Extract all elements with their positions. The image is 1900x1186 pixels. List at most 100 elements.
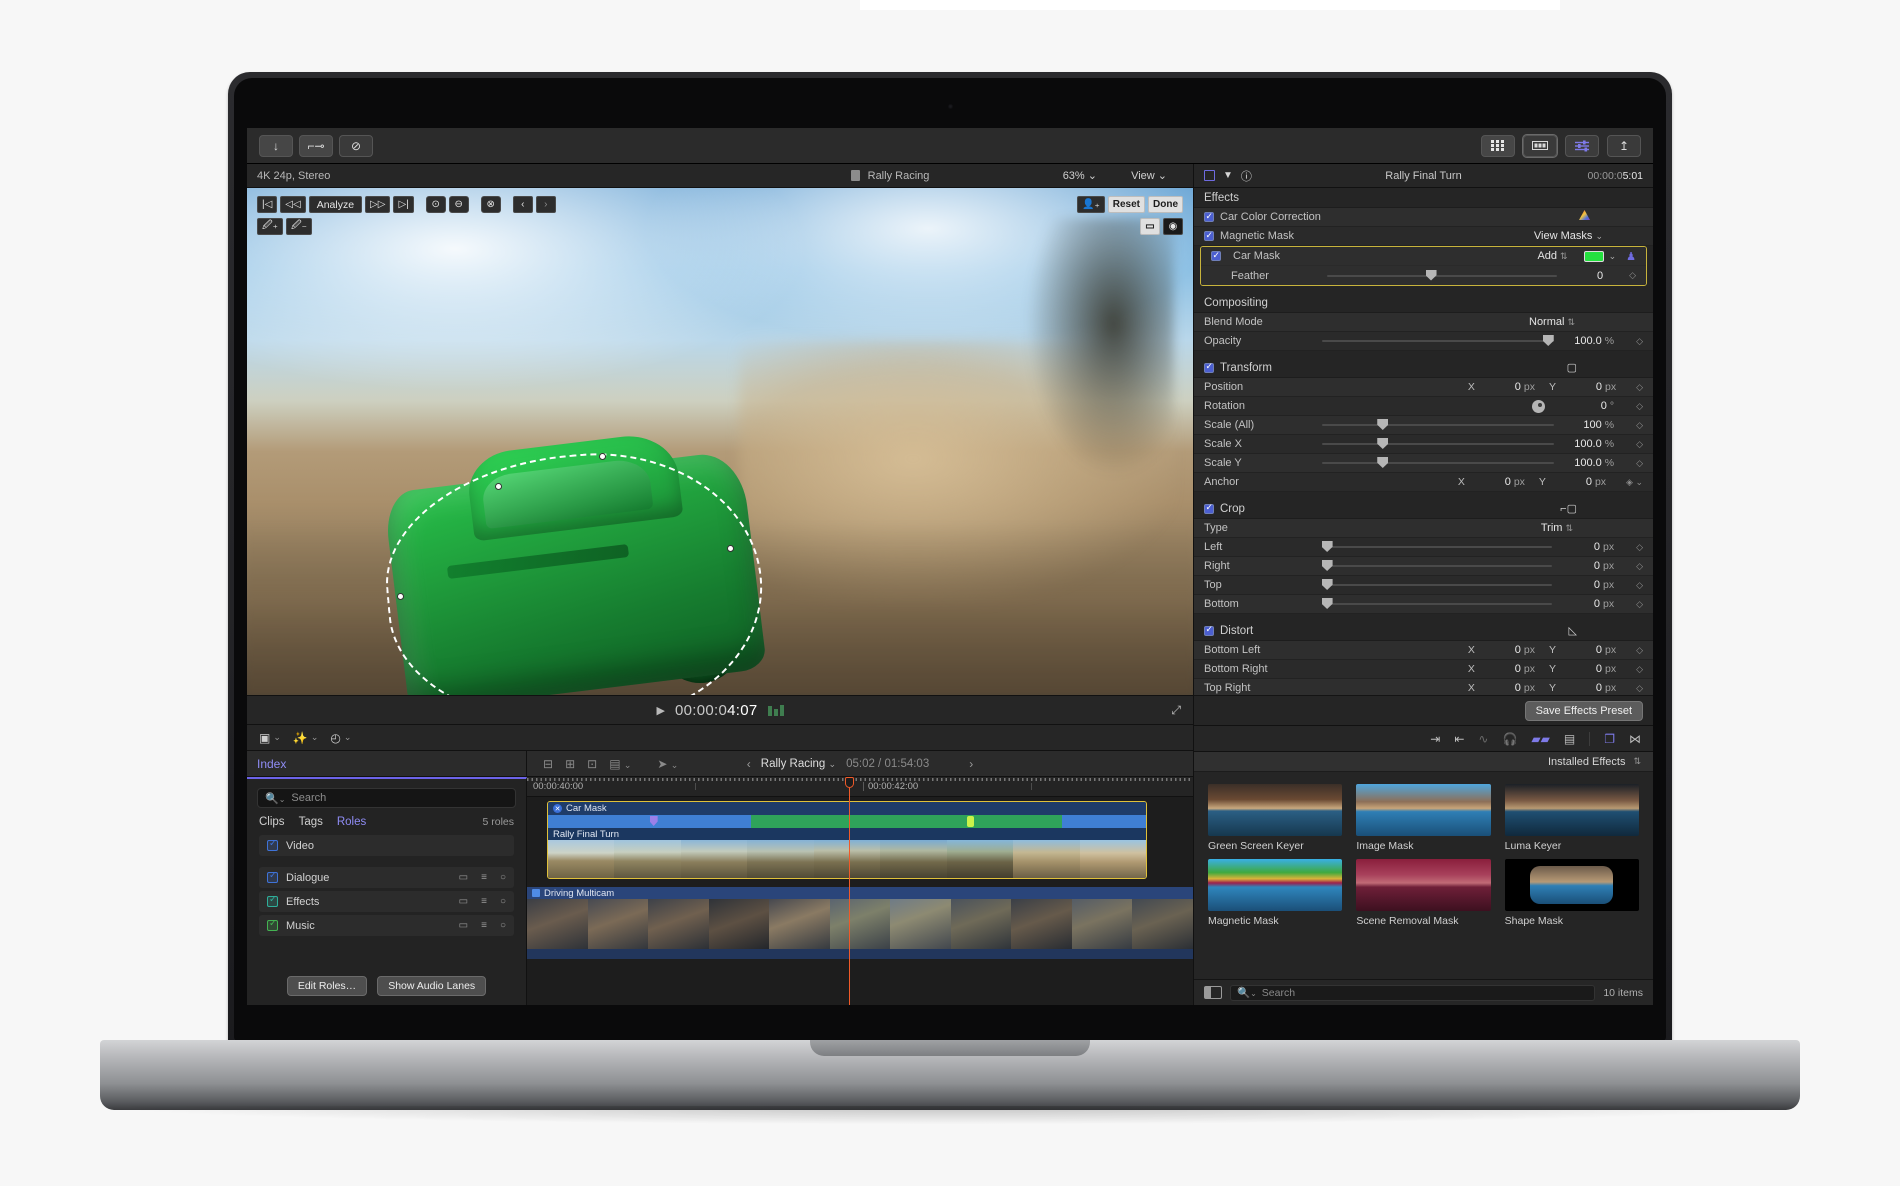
effect-tile[interactable]: Green Screen Keyer bbox=[1208, 784, 1343, 853]
expand-icon[interactable]: ⤢ bbox=[1171, 703, 1181, 718]
row-anchor[interactable]: Anchor X 0 px Y 0 px ◈ ⌄ bbox=[1194, 473, 1653, 492]
row-bottom-left[interactable]: Bottom Left X 0 px Y 0 px ◇ bbox=[1194, 641, 1653, 660]
color-wheel-icon[interactable] bbox=[1578, 209, 1591, 225]
mask-outline-icon[interactable]: ▭ bbox=[1140, 218, 1160, 235]
viewer-timecode[interactable]: 00:00:04:07 bbox=[675, 702, 758, 719]
brush-subtract-icon[interactable]: 🖉₋ bbox=[285, 218, 312, 235]
keyframe-diamond-icon[interactable]: ◇ bbox=[1636, 382, 1643, 393]
param-y-value[interactable]: 0 bbox=[1568, 476, 1592, 488]
row-bottom-right[interactable]: Bottom Right X 0 px Y 0 px ◇ bbox=[1194, 660, 1653, 679]
sidebar-toggle-icon[interactable] bbox=[1204, 986, 1222, 999]
param-slider-knob[interactable] bbox=[1321, 560, 1333, 571]
crop-section-header[interactable]: Crop ⌐▢ bbox=[1194, 499, 1653, 519]
analyze-button[interactable]: ⊘ bbox=[339, 134, 373, 157]
mask-handle[interactable] bbox=[397, 593, 404, 600]
row-scale-x[interactable]: Scale X 100.0% ◇ bbox=[1194, 435, 1653, 454]
keyframe-diamond-icon[interactable]: ◇ bbox=[1636, 420, 1643, 431]
param-y-value[interactable]: 0 bbox=[1578, 381, 1602, 393]
mask-handle[interactable] bbox=[599, 453, 606, 460]
row-opacity[interactable]: Opacity 100.0 % ◇ bbox=[1194, 332, 1653, 351]
color-inspector-icon[interactable]: ▼ bbox=[1223, 170, 1233, 181]
param-slider[interactable] bbox=[1322, 419, 1554, 430]
keyframe-diamond-icon[interactable]: ◇ bbox=[1636, 401, 1643, 412]
next-keyframe-button[interactable]: › bbox=[535, 196, 556, 213]
param-value[interactable]: 0 bbox=[1562, 598, 1600, 610]
role-row[interactable]: Effects ▭ ≡ ○ bbox=[259, 891, 514, 912]
param-x-value[interactable]: 0 bbox=[1497, 663, 1521, 675]
keyframe-diamond-icon[interactable]: ◇ bbox=[1636, 664, 1643, 675]
chevron-updown-icon[interactable]: ⇅ bbox=[1633, 756, 1641, 767]
analyze-backward-button[interactable]: ◁◁ bbox=[280, 196, 306, 213]
subject-icon[interactable]: ♟ bbox=[1626, 250, 1636, 263]
info-inspector-icon[interactable]: ⓘ bbox=[1241, 168, 1252, 184]
param-value[interactable]: 0 bbox=[1573, 400, 1607, 412]
audio-lane-icon[interactable]: ≡ bbox=[481, 920, 487, 931]
previous-keyframe-button[interactable]: ‹ bbox=[512, 196, 533, 213]
timeline[interactable]: 00:00:40:00 00:00:42:00 00:00:44:00 ✕ Ca… bbox=[527, 777, 1193, 1005]
param-slider[interactable] bbox=[1321, 598, 1552, 609]
transform-tool-icon[interactable]: ▣ ⌄ bbox=[259, 731, 281, 745]
keyframe-diamond-icon[interactable]: ◇ bbox=[1636, 645, 1643, 656]
effect-tile[interactable]: Luma Keyer bbox=[1504, 784, 1639, 853]
minimize-role-icon[interactable]: ▭ bbox=[459, 872, 468, 883]
minimize-role-icon[interactable]: ▭ bbox=[459, 896, 468, 907]
effect-enable-checkbox[interactable] bbox=[1204, 211, 1214, 222]
param-x-value[interactable]: 0 bbox=[1487, 476, 1511, 488]
param-y-value[interactable]: 0 bbox=[1578, 682, 1602, 694]
audio-waveform-icon[interactable]: ∿ bbox=[1478, 732, 1488, 746]
inspector-toggle-button[interactable] bbox=[1565, 134, 1599, 157]
row-bottom[interactable]: Bottom 0 px ◇ bbox=[1194, 595, 1653, 614]
param-x-value[interactable]: 0 bbox=[1497, 644, 1521, 656]
index-tab-tags[interactable]: Tags bbox=[299, 816, 323, 828]
import-media-button[interactable]: ↓ bbox=[259, 134, 293, 157]
row-crop-type[interactable]: Type Trim ⇅ bbox=[1194, 519, 1653, 538]
done-button[interactable]: Done bbox=[1148, 196, 1183, 213]
role-visibility-checkbox[interactable] bbox=[267, 838, 278, 851]
timeline-playhead[interactable] bbox=[845, 777, 854, 1005]
headphone-icon[interactable]: 🎧 bbox=[1502, 732, 1517, 746]
effect-tile[interactable]: Scene Removal Mask bbox=[1356, 859, 1491, 928]
row-blend-mode[interactable]: Blend Mode Normal ⇅ bbox=[1194, 313, 1653, 332]
index-tab-roles[interactable]: Roles bbox=[337, 816, 366, 828]
effect-enable-checkbox[interactable] bbox=[1204, 230, 1214, 241]
keyframe-diamond-icon[interactable]: ◈ ⌄ bbox=[1626, 477, 1643, 488]
analyze-forward-button[interactable]: ▷▷ bbox=[365, 196, 391, 213]
mask-color-swatch[interactable] bbox=[1583, 250, 1604, 262]
effect-tile[interactable]: Image Mask bbox=[1356, 784, 1491, 853]
role-row[interactable]: Video bbox=[259, 835, 514, 856]
minimize-role-icon[interactable]: ▭ bbox=[459, 920, 468, 931]
save-effects-preset-button[interactable]: Save Effects Preset bbox=[1524, 700, 1643, 721]
retime-icon[interactable]: ◴ ⌄ bbox=[330, 731, 351, 745]
solo-role-icon[interactable]: ○ bbox=[500, 872, 506, 883]
mask-row-car-mask[interactable]: Car Mask Add⇅ ⌄ ♟ bbox=[1201, 247, 1646, 266]
timeline-toggle-button[interactable] bbox=[1522, 133, 1558, 158]
edit-roles-button[interactable]: Edit Roles… bbox=[286, 976, 368, 996]
param-slider-knob[interactable] bbox=[1321, 541, 1333, 552]
clip-appearance-icon[interactable]: ▰▰ bbox=[1531, 732, 1549, 746]
mask-keyframe-marker[interactable] bbox=[649, 816, 658, 826]
transform-onscreen-controls-icon[interactable]: ▢ bbox=[1567, 361, 1577, 374]
param-slider[interactable] bbox=[1321, 579, 1552, 590]
viewer-zoom-menu[interactable]: 63% ⌄ bbox=[1063, 169, 1097, 182]
overwrite-edit-icon[interactable]: ▤ ⌄ bbox=[609, 757, 631, 771]
param-y-value[interactable]: 0 bbox=[1578, 663, 1602, 675]
param-slider-knob[interactable] bbox=[1377, 419, 1389, 430]
browser-toggle-button[interactable] bbox=[1481, 134, 1515, 157]
playhead-handle[interactable] bbox=[845, 777, 854, 788]
insert-edit-icon[interactable]: ⊞ bbox=[565, 757, 575, 771]
opacity-slider[interactable] bbox=[1322, 335, 1554, 346]
effects-category-menu[interactable]: Installed Effects ⇅ bbox=[1194, 752, 1653, 772]
role-row[interactable]: Music ▭ ≡ ○ bbox=[259, 915, 514, 936]
param-slider-knob[interactable] bbox=[1377, 438, 1389, 449]
blend-mode-value[interactable]: Normal ⇅ bbox=[1529, 316, 1575, 328]
crop-onscreen-controls-icon[interactable]: ⌐▢ bbox=[1560, 502, 1577, 515]
play-icon[interactable]: ▶ bbox=[656, 704, 664, 717]
index-clips-icon[interactable]: ▤ bbox=[1564, 732, 1575, 746]
mask-blend-mode-menu[interactable]: Add ⇅ bbox=[1537, 250, 1567, 262]
param-value[interactable]: 0 bbox=[1562, 579, 1600, 591]
index-tab-clips[interactable]: Clips bbox=[259, 816, 285, 828]
keyframe-diamond-icon[interactable]: ◇ bbox=[1636, 336, 1643, 347]
param-value[interactable]: 0 bbox=[1562, 541, 1600, 553]
mask-handle[interactable] bbox=[727, 545, 734, 552]
timeline-clip-multicam[interactable]: Driving Multicam bbox=[527, 887, 1193, 959]
